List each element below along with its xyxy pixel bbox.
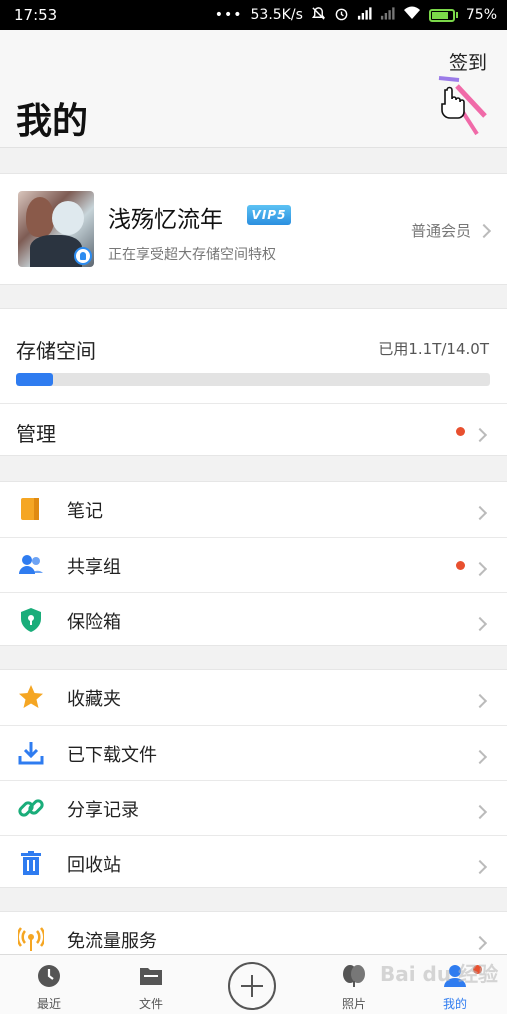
qq-badge-icon [74, 247, 92, 265]
signal-bars-icon [357, 6, 372, 24]
menu-group-3: 免流量服务 [0, 911, 507, 956]
bottom-tab-bar: 最近 文件 照片 我的 [0, 954, 507, 1014]
member-level-link[interactable]: 普通会员 [410, 220, 492, 241]
profile-subtitle: 正在享受超大存储空间特权 [108, 247, 276, 263]
menu-item-shared-group[interactable]: 共享组 [0, 537, 507, 591]
battery-icon [428, 8, 458, 22]
signal-icon [16, 926, 46, 952]
status-bar: 17:53 ••• 53.5K/s 75% [0, 0, 507, 30]
storage-label: 存储空间 [16, 339, 96, 363]
menu-item-favorites[interactable]: 收藏夹 [0, 670, 507, 724]
menu-item-recycle-bin[interactable]: 回收站 [0, 835, 507, 889]
tab-label: 文件 [138, 997, 163, 1011]
trash-icon [18, 850, 44, 876]
chevron-right-icon [472, 933, 488, 952]
person-icon [443, 964, 467, 988]
checkin-button[interactable]: 签到 [449, 48, 487, 75]
menu-item-label: 分享记录 [67, 800, 139, 821]
star-icon [18, 684, 44, 710]
tab-files[interactable]: 文件 [106, 955, 196, 1014]
photo-icon [342, 964, 366, 988]
clock-icon [37, 964, 61, 988]
storage-progress-fill [16, 373, 54, 386]
member-level-label: 普通会员 [410, 222, 471, 240]
signal-bars-2-icon [380, 6, 395, 24]
manage-label: 管理 [16, 422, 56, 446]
page-title: 我的 [16, 101, 89, 142]
alarm-icon [334, 6, 349, 25]
chevron-right-icon [472, 614, 488, 633]
menu-item-label: 保险箱 [67, 612, 121, 633]
menu-item-label: 回收站 [67, 855, 121, 876]
notification-dots: ••• [214, 7, 243, 23]
chevron-right-icon [472, 691, 488, 710]
status-time: 17:53 [14, 6, 58, 24]
manage-notification-dot [456, 427, 465, 436]
tab-label: 最近 [36, 997, 61, 1011]
battery-percent: 75% [465, 7, 497, 23]
menu-item-safe-box[interactable]: 保险箱 [0, 592, 507, 646]
hand-pointer-icon [437, 76, 489, 140]
menu-item-free-data[interactable]: 免流量服务 [0, 912, 507, 955]
menu-item-label: 免流量服务 [67, 931, 157, 952]
group-icon [18, 552, 44, 578]
menu-group-1: 笔记 共享组 保险箱 [0, 481, 507, 646]
tab-photos[interactable]: 照片 [309, 955, 399, 1014]
add-button[interactable] [228, 962, 276, 1010]
menu-item-label: 共享组 [67, 557, 121, 578]
mute-icon [311, 6, 326, 25]
folder-icon [139, 964, 163, 988]
profile-card[interactable]: 浅殇忆流年 VIP5 正在享受超大存储空间特权 普通会员 [0, 173, 507, 285]
shared-group-notification-dot [456, 561, 465, 570]
chevron-right-icon [472, 857, 488, 876]
avatar[interactable] [18, 191, 94, 267]
storage-card: 存储空间 已用1.1T/14.0T 管理 [0, 308, 507, 456]
link-icon [18, 795, 44, 821]
notebook-icon [18, 496, 44, 522]
chevron-right-icon [476, 223, 492, 238]
network-speed: 53.5K/s [250, 7, 303, 23]
tab-mine[interactable]: 我的 [410, 955, 500, 1014]
menu-item-share-history[interactable]: 分享记录 [0, 780, 507, 834]
page-header: 我的 签到 [0, 30, 507, 148]
chevron-right-icon [472, 802, 488, 821]
menu-item-label: 收藏夹 [67, 689, 121, 710]
chevron-right-icon [472, 425, 488, 444]
chevron-right-icon [472, 503, 488, 522]
storage-progress-bar [16, 373, 490, 386]
menu-item-label: 笔记 [67, 501, 103, 522]
chevron-right-icon [472, 559, 488, 578]
tab-recent[interactable]: 最近 [4, 955, 94, 1014]
menu-item-notes[interactable]: 笔记 [0, 482, 507, 536]
tab-label: 照片 [341, 997, 366, 1011]
vip-badge: VIP5 [247, 205, 291, 225]
manage-row[interactable]: 管理 [0, 403, 507, 457]
wifi-icon [403, 6, 421, 24]
download-icon [18, 740, 44, 766]
menu-group-2: 收藏夹 已下载文件 分享记录 回收站 [0, 669, 507, 888]
chevron-right-icon [472, 747, 488, 766]
username: 浅殇忆流年 [108, 207, 223, 233]
menu-item-downloaded[interactable]: 已下载文件 [0, 725, 507, 779]
storage-used-text: 已用1.1T/14.0T [378, 340, 489, 358]
status-right: ••• 53.5K/s 75% [215, 6, 497, 25]
tab-notification-dot [473, 965, 482, 974]
tab-label: 我的 [442, 997, 467, 1011]
menu-item-label: 已下载文件 [67, 745, 157, 766]
shield-icon [18, 607, 44, 633]
